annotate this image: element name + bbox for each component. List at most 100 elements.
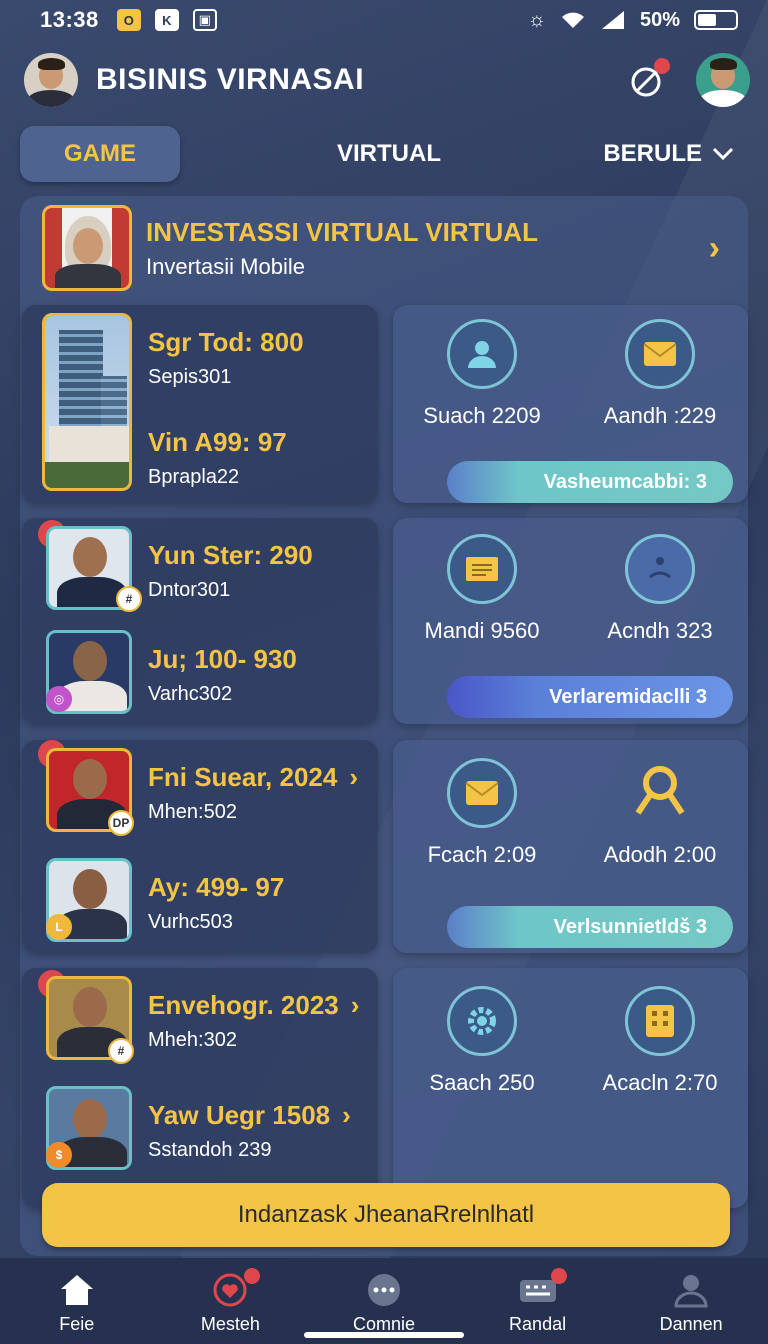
stat-value: Yun Ster: 290 (148, 540, 313, 570)
actions-card: Suach 2209 Aandh :229 Vasheumcabbi: 3 (393, 305, 748, 503)
coin-icon: L (46, 914, 72, 940)
stat-sub: Mhen:502 (148, 801, 237, 823)
actions-card: Saach 250 Acacln 2:70 (393, 968, 748, 1208)
stat-sub: Sepis301 (148, 366, 232, 388)
stat-value: Yaw Uegr 1508 › (148, 1100, 351, 1130)
action-item[interactable]: Acndh 323 (571, 534, 749, 644)
stat-sub: Mheh:302 (148, 1029, 237, 1051)
nav-label: Feie (59, 1314, 95, 1334)
action-item[interactable]: Acacln 2:70 (571, 986, 749, 1096)
stat-value: Envehogr. 2023 › (148, 990, 360, 1020)
coin-icon: # (116, 586, 142, 612)
actions-card: Mandi 9560 Acndh 323 Verlaremidaclli 3 (393, 518, 748, 724)
coin-icon: DP (108, 810, 134, 836)
chevron-right-icon: › (342, 1100, 351, 1130)
home-icon (57, 1272, 97, 1308)
battery-icon (694, 10, 738, 30)
stat-sub: Bpraplа22 (148, 466, 240, 488)
stat-sub: Dntor301 (148, 579, 231, 601)
action-label: Acacln 2:70 (602, 1070, 718, 1095)
chevron-right-icon: › (350, 990, 360, 1020)
mail-icon (625, 319, 695, 389)
stat-sub: Vurhc503 (148, 911, 233, 933)
user-avatar[interactable] (24, 53, 78, 107)
progress-pill[interactable]: Vasheumcabbi: 3 (447, 461, 733, 503)
stat-value: Fni Suear, 2024 › (148, 762, 358, 792)
status-time: 13:38 (40, 7, 99, 32)
action-item[interactable]: Fcach 2:09 (393, 758, 571, 868)
envelope-icon (447, 534, 517, 604)
profile-icon (671, 1272, 711, 1308)
stats-card[interactable]: 1 # Yun Ster: 290 Dntor301 ◎ Ju; 100- 93… (22, 518, 378, 724)
nav-label: Randal (509, 1314, 567, 1334)
home-indicator[interactable] (304, 1332, 464, 1338)
chat-dots-icon (364, 1272, 404, 1308)
progress-pill[interactable]: Verlaremidaclli 3 (447, 676, 733, 718)
stats-card[interactable]: Sgr Tod: 800 Sepis301 Vin A99: 97 Bprapl… (22, 305, 378, 503)
nav-item-mesteh[interactable]: Mesteh (154, 1258, 308, 1344)
action-label: Fcach 2:09 (427, 842, 537, 867)
notification-app-icon: O (116, 9, 141, 31)
building-image (42, 313, 132, 491)
actions-card: Fcach 2:09 Adodh 2:00 Verlsunnietldš 3 (393, 740, 748, 953)
status-bar: 13:38 O K ▣ ☼ 50% (0, 0, 768, 40)
stat-sub: Varhc302 (148, 683, 233, 705)
action-item[interactable]: Aandh :229 (571, 319, 749, 429)
action-item[interactable]: Adodh 2:00 (571, 758, 749, 868)
action-label: Aandh :229 (603, 403, 717, 428)
banner-portrait (42, 205, 132, 291)
stat-sub: Sstandoh 239 (148, 1139, 272, 1161)
action-item[interactable]: Mandi 9560 (393, 534, 571, 644)
action-item[interactable]: Saach 250 (393, 986, 571, 1096)
tab-berule-dropdown[interactable]: BERULE (603, 126, 734, 182)
coin-icon: # (108, 1038, 134, 1064)
building-icon (625, 986, 695, 1056)
nav-item-dannen[interactable]: Dannen (614, 1258, 768, 1344)
nav-item-feie[interactable]: Feie (0, 1258, 154, 1344)
stats-card[interactable]: 1 DP Fni Suear, 2024› Mhen:502 L Ay: 499… (22, 740, 378, 953)
stat-value: Vin A99: 97 (148, 427, 287, 457)
stat-value: Sgr Tod: 800 (148, 327, 304, 357)
tab-game[interactable]: GAME (20, 126, 180, 182)
tab-bar: GAME VIRTUAL BERULE (20, 126, 748, 182)
investment-banner[interactable]: INVESTASSI VIRTUAL VIRTUAL Invertasii Mo… (20, 196, 748, 300)
signal-icon (601, 11, 624, 29)
action-label: Saach 250 (429, 1070, 535, 1095)
tab-berule-label: BERULE (603, 140, 702, 167)
nav-label: Mesteh (200, 1314, 260, 1334)
award-icon (625, 758, 695, 828)
action-label: Suach 2209 (423, 403, 541, 428)
banner-subtitle: Invertasii Mobile (146, 253, 305, 279)
action-label: Acndh 323 (607, 618, 713, 643)
chevron-right-icon: › (349, 762, 358, 792)
gallery-icon: ▣ (192, 9, 217, 31)
mail-icon (447, 758, 517, 828)
notification-dot (243, 1268, 260, 1284)
notification-dot (550, 1268, 567, 1284)
action-label: Mandi 9560 (424, 618, 540, 643)
nav-label: Dannen (659, 1314, 723, 1334)
coin-icon: $ (46, 1142, 72, 1168)
app-title: BISINIS VIRNASAI (96, 63, 365, 96)
stat-value: Ay: 499- 97 (148, 872, 285, 902)
notification-app-icon: K (154, 9, 179, 31)
brightness-icon: ☼ (527, 8, 546, 31)
action-label: Adodh 2:00 (603, 842, 717, 867)
stat-value: Ju; 100- 930 (148, 644, 297, 674)
battery-percent: 50% (639, 8, 680, 31)
primary-cta-button[interactable]: Indanzask JheanaRrelnlhatl (42, 1183, 730, 1247)
profile-avatar[interactable] (696, 53, 750, 107)
action-item[interactable]: Suach 2209 (393, 319, 571, 429)
notification-button[interactable] (626, 58, 670, 102)
progress-pill[interactable]: Verlsunnietldš 3 (447, 906, 733, 948)
stats-card[interactable]: 1 # Envehogr. 2023› Mheh:302 $ Yaw Uegr … (22, 968, 378, 1208)
tab-virtual[interactable]: VIRTUAL (337, 126, 441, 182)
app-icon: ◎ (46, 686, 72, 712)
app-header: BISINIS VIRNASAI (24, 52, 750, 108)
nav-item-randal[interactable]: Randal (461, 1258, 615, 1344)
face-icon (625, 534, 695, 604)
gear-chat-icon (447, 986, 517, 1056)
person-chat-icon (447, 319, 517, 389)
chevron-down-icon (712, 147, 734, 161)
notification-dot (654, 58, 670, 74)
